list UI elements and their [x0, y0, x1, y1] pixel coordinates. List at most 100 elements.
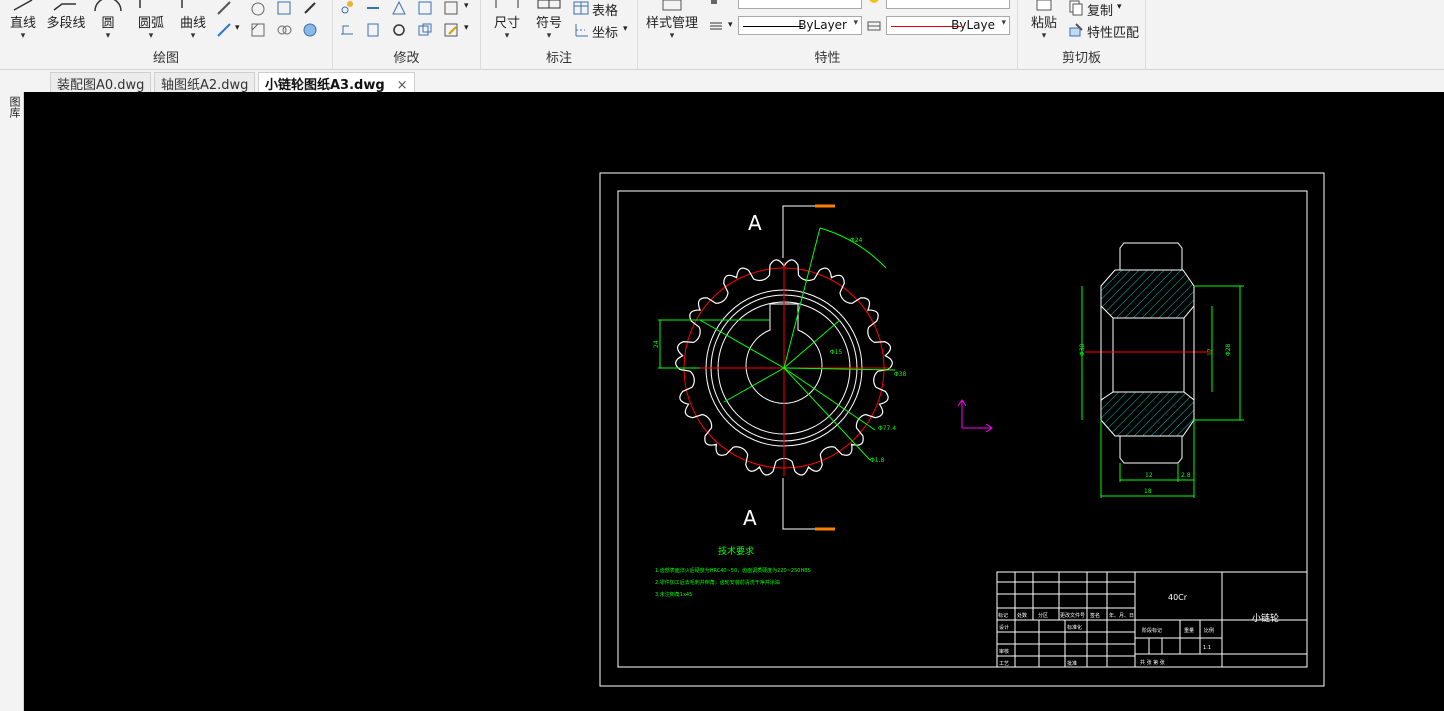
copy-object-icon[interactable]: [365, 22, 381, 38]
array-icon[interactable]: [443, 0, 459, 16]
chevron-down-icon: ▾: [1041, 31, 1047, 41]
scale-icon[interactable]: [417, 22, 433, 38]
sprocket-front-view: 24 Φ15 Φ38 Φ77.4 Φ1.8 Φ24: [653, 227, 907, 476]
close-icon[interactable]: ×: [397, 78, 408, 93]
tech-req-line-3: 3.未注倒角1x45: [655, 591, 692, 598]
rotate-icon[interactable]: [391, 22, 407, 38]
boundary-icon[interactable]: [276, 22, 292, 38]
circle-button[interactable]: 圆 ▾: [92, 0, 124, 41]
section-leader-top: [782, 205, 835, 258]
tab-sprocket[interactable]: 小链轮图纸A3.dwg ×: [258, 72, 415, 93]
chevron-down-icon: ▾: [20, 31, 26, 41]
pencil-icon[interactable]: [216, 0, 232, 16]
title-block: 40Cr 小链轮 标记 处数 分区 更改文件号 签名 年、月、日 设计 审核 工…: [996, 571, 1308, 668]
chevron-down-icon[interactable]: ▾: [464, 1, 469, 11]
tb-approve: 批准: [1067, 660, 1077, 667]
line-label: 直线: [9, 16, 36, 31]
dim-roller: Φ1.8: [870, 457, 884, 464]
chevron-down-icon: ▾: [1001, 18, 1006, 28]
dim-w2: 2.8: [1181, 472, 1191, 479]
match-properties-icon[interactable]: [1068, 22, 1084, 38]
polyline-button[interactable]: 多段线: [44, 0, 88, 31]
chevron-down-icon[interactable]: ▾: [623, 24, 628, 34]
document-tabs: 装配图A0.dwg 轴图纸A2.dwg 小链轮图纸A3.dwg ×: [0, 70, 1444, 93]
color-swatch-icon[interactable]: [866, 0, 882, 6]
dimension-label: 尺寸: [493, 16, 520, 31]
revcloud-icon[interactable]: [302, 22, 318, 38]
properties-panel-title: 特性: [814, 51, 841, 66]
dimension-button[interactable]: 尺寸 ▾: [491, 0, 523, 41]
chevron-down-icon[interactable]: ▾: [464, 23, 469, 33]
tab-shaft[interactable]: 轴图纸A2.dwg: [154, 72, 256, 93]
linetype-combo[interactable]: ByLayer ▾: [738, 16, 862, 35]
lineweight-icon[interactable]: [708, 18, 724, 34]
tb-header-2: 处数: [1017, 612, 1027, 619]
clipboard-panel-title: 剪切板: [1061, 51, 1101, 66]
chevron-down-icon[interactable]: ▾: [235, 23, 240, 33]
color-combo-top[interactable]: [886, 0, 1010, 9]
radial-dim-4: [783, 367, 871, 461]
region-icon[interactable]: [250, 0, 266, 16]
edit-icon[interactable]: [443, 22, 459, 38]
drawing-canvas[interactable]: A A 24 Φ15 Φ38 Φ77.4 Φ1.8 Φ24 Φ38 17 Φ28…: [24, 92, 1444, 711]
offset-icon[interactable]: [417, 0, 433, 16]
dim-outer: Φ38: [894, 371, 907, 378]
radial-dim-1: [783, 227, 821, 369]
hatch-icon[interactable]: [250, 22, 266, 38]
dim-h1: Φ38: [1079, 343, 1086, 356]
chevron-down-icon: ▾: [148, 31, 154, 41]
modify-panel: ▾ ▾ 修改: [333, 0, 481, 70]
symbol-label: 符号: [535, 16, 562, 31]
move-icon[interactable]: [339, 0, 355, 16]
section-mark-top: A: [748, 211, 762, 235]
arc-button[interactable]: 圆弧 ▾: [134, 0, 168, 41]
layer-combo[interactable]: [738, 0, 862, 9]
paste-button[interactable]: 粘贴 ▾: [1026, 0, 1062, 41]
copy-label[interactable]: 复制: [1087, 0, 1113, 19]
curve-button[interactable]: 曲线 ▾: [176, 0, 210, 41]
tech-req-line-1: 1.齿部表面淬火后硬度为HRC40~50，齿面调质硬度为220~250HBS: [655, 567, 811, 574]
tb-header-4: 更改文件号: [1060, 612, 1085, 619]
construction-line-icon[interactable]: [216, 22, 232, 38]
stretch-icon[interactable]: [339, 22, 355, 38]
coordinate-icon[interactable]: [573, 22, 589, 38]
linetype-value: ByLayer: [798, 18, 847, 32]
table-insert-label[interactable]: 表格: [592, 0, 618, 19]
chevron-down-icon: ▾: [504, 31, 510, 41]
tab-label: 轴图纸A2.dwg: [161, 78, 249, 93]
table-icon[interactable]: [276, 0, 292, 16]
style-manager-button[interactable]: 样式管理 ▾: [642, 0, 702, 41]
library-tab[interactable]: 图库: [4, 96, 21, 118]
trim-icon[interactable]: [365, 0, 381, 16]
drawing-sheet: A A 24 Φ15 Φ38 Φ77.4 Φ1.8 Φ24 Φ38 17 Φ28…: [599, 172, 1325, 687]
lock-icon[interactable]: [706, 0, 722, 8]
clipboard-panel: 粘贴 ▾ 复制 ▾ 特性匹配 剪切板: [1018, 0, 1146, 70]
radial-dim-7: [723, 367, 785, 403]
chevron-down-icon[interactable]: ▾: [1117, 2, 1122, 12]
outer-frame: [599, 172, 1325, 687]
linetype-preview: [743, 26, 803, 27]
mirror-icon[interactable]: [391, 0, 407, 16]
dim-w1: 12: [1145, 472, 1153, 479]
pick-point-icon[interactable]: [302, 0, 318, 16]
copy-icon[interactable]: [1068, 0, 1084, 16]
tb-stage: 阶段标记: [1142, 627, 1162, 634]
tech-req-line-2: 2.零件加工后去毛刺并倒角，齿轮安装前清洗干净并涂油: [655, 579, 780, 586]
dim-key: 24: [653, 340, 660, 348]
color-value: ByLaye: [951, 18, 995, 32]
symbol-button[interactable]: 符号 ▾: [533, 0, 565, 41]
table-insert-icon[interactable]: [573, 0, 589, 16]
tab-assembly[interactable]: 装配图A0.dwg: [50, 72, 152, 93]
coordinate-label[interactable]: 坐标: [592, 22, 618, 41]
ribbon: 直线 ▾ 多段线 圆 ▾ 圆弧 ▾ 曲线 ▾ ▾ 绘图 ▾ ▾ 修改 尺寸 ▾ …: [0, 0, 1444, 70]
dim-angle: Φ24: [850, 237, 863, 244]
arc-icon: [139, 0, 141, 8]
chevron-down-icon[interactable]: ▾: [728, 20, 733, 30]
linepattern-icon[interactable]: [866, 18, 882, 34]
line-button[interactable]: 直线 ▾: [4, 0, 42, 41]
match-properties-label[interactable]: 特性匹配: [1087, 22, 1139, 41]
tab-label: 装配图A0.dwg: [57, 78, 145, 93]
angle-arc: [819, 227, 887, 269]
color-combo[interactable]: ByLaye ▾: [886, 16, 1010, 35]
section-mark-bottom: A: [743, 506, 757, 530]
